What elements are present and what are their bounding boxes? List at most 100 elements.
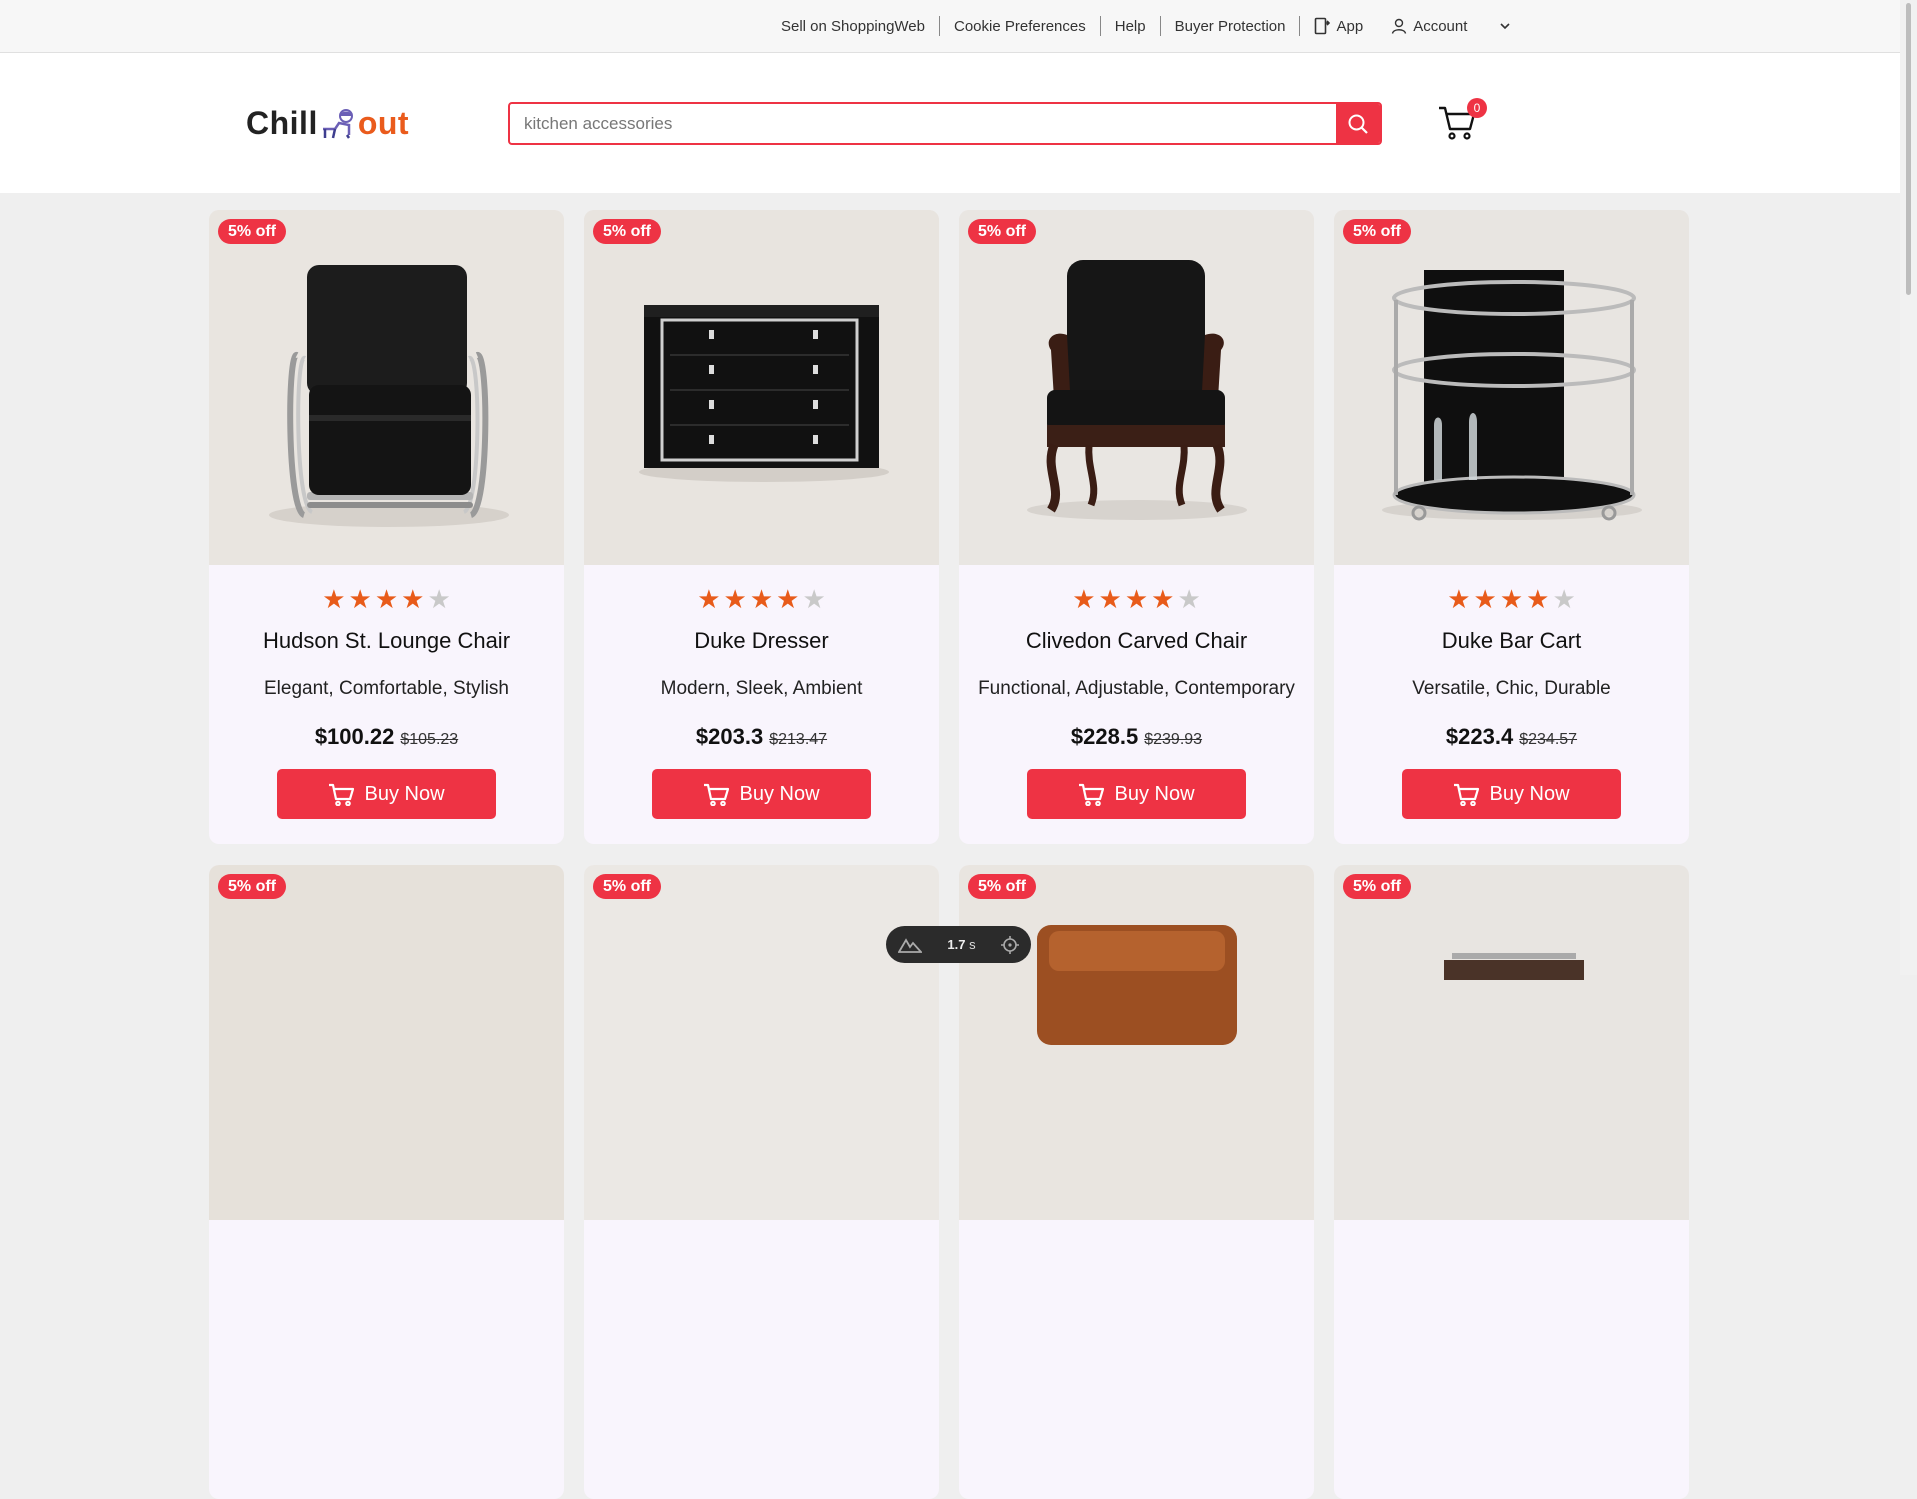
product-tags: Elegant, Comfortable, Stylish bbox=[263, 678, 509, 699]
dresser-illustration bbox=[584, 210, 939, 565]
scrollbar-thumb[interactable] bbox=[1906, 3, 1911, 295]
product-image-carved-chair[interactable]: 5% off bbox=[959, 210, 1314, 565]
buy-now-button[interactable]: Buy Now bbox=[1027, 769, 1246, 819]
product-prices: $100.22 $105.23 bbox=[209, 724, 564, 750]
search-button[interactable] bbox=[1336, 104, 1380, 143]
star-empty-icon: ★ bbox=[427, 584, 451, 614]
star-empty-icon: ★ bbox=[1177, 584, 1201, 614]
carved-chair-illustration bbox=[959, 210, 1314, 565]
cart-count-badge: 0 bbox=[1467, 98, 1487, 118]
product-name[interactable]: Duke Dresser bbox=[584, 628, 939, 654]
product-image[interactable]: 5% off bbox=[584, 865, 939, 1220]
top-utility-bar: Sell on ShoppingWeb Cookie Preferences H… bbox=[0, 0, 1900, 53]
product-name[interactable]: Duke Bar Cart bbox=[1334, 628, 1689, 654]
buy-now-button[interactable]: Buy Now bbox=[277, 769, 496, 819]
star-filled-icon: ★ bbox=[776, 584, 800, 614]
logo-mascot-icon bbox=[322, 108, 353, 139]
original-price: $105.23 bbox=[400, 731, 459, 748]
cookie-preferences-link[interactable]: Cookie Preferences bbox=[940, 18, 1100, 35]
account-menu[interactable]: Account bbox=[1377, 18, 1525, 35]
search-icon bbox=[1348, 114, 1368, 134]
discount-badge: 5% off bbox=[1343, 874, 1411, 899]
current-price: $223.4 bbox=[1445, 724, 1514, 749]
timer-readout: 1.7 s bbox=[947, 937, 975, 952]
leather-chair-illustration bbox=[1037, 925, 1237, 1045]
star-filled-icon: ★ bbox=[1473, 584, 1497, 614]
site-header: Chill out 0 bbox=[0, 53, 1900, 193]
product-card[interactable]: 5% off bbox=[209, 865, 564, 1499]
product-image[interactable]: 5% off bbox=[209, 865, 564, 1220]
chevron-down-icon bbox=[1500, 23, 1510, 30]
cart-icon bbox=[329, 783, 355, 806]
star-filled-icon: ★ bbox=[723, 584, 747, 614]
star-filled-icon: ★ bbox=[401, 584, 425, 614]
buy-now-button[interactable]: Buy Now bbox=[652, 769, 871, 819]
product-card[interactable]: 5% off ★ ★ ★ ★ ★ Hudson St. Lounge Chair… bbox=[209, 210, 564, 844]
devtools-timer-pill[interactable]: 1.7 s bbox=[886, 926, 1031, 963]
discount-badge: 5% off bbox=[1343, 219, 1411, 244]
logo-text-out: out bbox=[357, 105, 410, 141]
sell-link[interactable]: Sell on ShoppingWeb bbox=[767, 18, 939, 35]
buy-now-label: Buy Now bbox=[739, 782, 820, 805]
star-filled-icon: ★ bbox=[1499, 584, 1524, 614]
star-empty-icon: ★ bbox=[1552, 584, 1576, 614]
product-image[interactable]: 5% off bbox=[959, 865, 1314, 1220]
star-filled-icon: ★ bbox=[1151, 584, 1175, 614]
cart-icon bbox=[1079, 783, 1105, 806]
rating-stars: ★ ★ ★ ★ ★ bbox=[1334, 586, 1689, 612]
buy-now-label: Buy Now bbox=[1489, 782, 1570, 805]
logo-text-chill: Chill bbox=[246, 105, 318, 141]
target-icon[interactable] bbox=[1000, 935, 1019, 954]
current-price: $228.5 bbox=[1070, 724, 1139, 749]
timer-unit: s bbox=[969, 937, 976, 952]
product-tags: Versatile, Chic, Durable bbox=[1412, 678, 1611, 699]
logo-mountain-icon bbox=[898, 937, 923, 953]
product-image-bar-cart[interactable]: 5% off bbox=[1334, 210, 1689, 565]
original-price: $234.57 bbox=[1519, 731, 1578, 748]
search-input[interactable] bbox=[510, 104, 1336, 143]
timer-value: 1.7 bbox=[947, 937, 966, 952]
utility-links: Sell on ShoppingWeb Cookie Preferences H… bbox=[767, 0, 1525, 52]
discount-badge: 5% off bbox=[593, 219, 661, 244]
discount-badge: 5% off bbox=[968, 219, 1036, 244]
product-image[interactable]: 5% off bbox=[1334, 865, 1689, 1220]
product-name[interactable]: Hudson St. Lounge Chair bbox=[209, 628, 564, 654]
product-card[interactable]: 5% off bbox=[584, 865, 939, 1499]
cart-button[interactable]: 0 bbox=[1437, 98, 1487, 146]
original-price: $213.47 bbox=[769, 731, 828, 748]
rating-stars: ★ ★ ★ ★ ★ bbox=[209, 586, 564, 612]
product-name[interactable]: Clivedon Carved Chair bbox=[959, 628, 1314, 654]
discount-badge: 5% off bbox=[218, 874, 286, 899]
chillout-logo[interactable]: Chill out bbox=[246, 105, 409, 142]
product-prices: $228.5 $239.93 bbox=[959, 724, 1314, 750]
product-card[interactable]: 5% off ★ ★ ★ ★ ★ Duke Bar Cart Versatile… bbox=[1334, 210, 1689, 844]
discount-badge: 5% off bbox=[218, 219, 286, 244]
bar-cart-illustration bbox=[1334, 210, 1689, 565]
product-card[interactable]: 5% off ★ ★ ★ ★ ★ Clivedon Carved Chair F… bbox=[959, 210, 1314, 844]
star-filled-icon: ★ bbox=[348, 584, 372, 614]
star-filled-icon: ★ bbox=[1526, 584, 1550, 614]
user-icon bbox=[1391, 18, 1407, 34]
current-price: $203.3 bbox=[695, 724, 764, 749]
help-link[interactable]: Help bbox=[1101, 18, 1160, 35]
rating-stars: ★ ★ ★ ★ ★ bbox=[959, 586, 1314, 612]
app-link[interactable]: App bbox=[1300, 17, 1377, 35]
cart-icon bbox=[704, 783, 730, 806]
original-price: $239.93 bbox=[1144, 731, 1203, 748]
rating-stars: ★ ★ ★ ★ ★ bbox=[584, 586, 939, 612]
product-card[interactable]: 5% off bbox=[1334, 865, 1689, 1499]
page-scrollbar[interactable] bbox=[1900, 0, 1917, 975]
star-filled-icon: ★ bbox=[374, 584, 399, 614]
product-card[interactable]: 5% off ★ ★ ★ ★ ★ Duke Dresser Modern, Sl… bbox=[584, 210, 939, 844]
discount-badge: 5% off bbox=[593, 874, 661, 899]
star-empty-icon: ★ bbox=[802, 584, 826, 614]
star-filled-icon: ★ bbox=[749, 584, 774, 614]
app-label: App bbox=[1336, 17, 1364, 35]
cabinet-illustration bbox=[1444, 953, 1584, 980]
product-prices: $223.4 $234.57 bbox=[1334, 724, 1689, 750]
star-filled-icon: ★ bbox=[1072, 584, 1096, 614]
buy-now-button[interactable]: Buy Now bbox=[1402, 769, 1621, 819]
buyer-protection-link[interactable]: Buyer Protection bbox=[1161, 18, 1300, 35]
product-image-dresser[interactable]: 5% off bbox=[584, 210, 939, 565]
product-image-lounge-chair[interactable]: 5% off bbox=[209, 210, 564, 565]
